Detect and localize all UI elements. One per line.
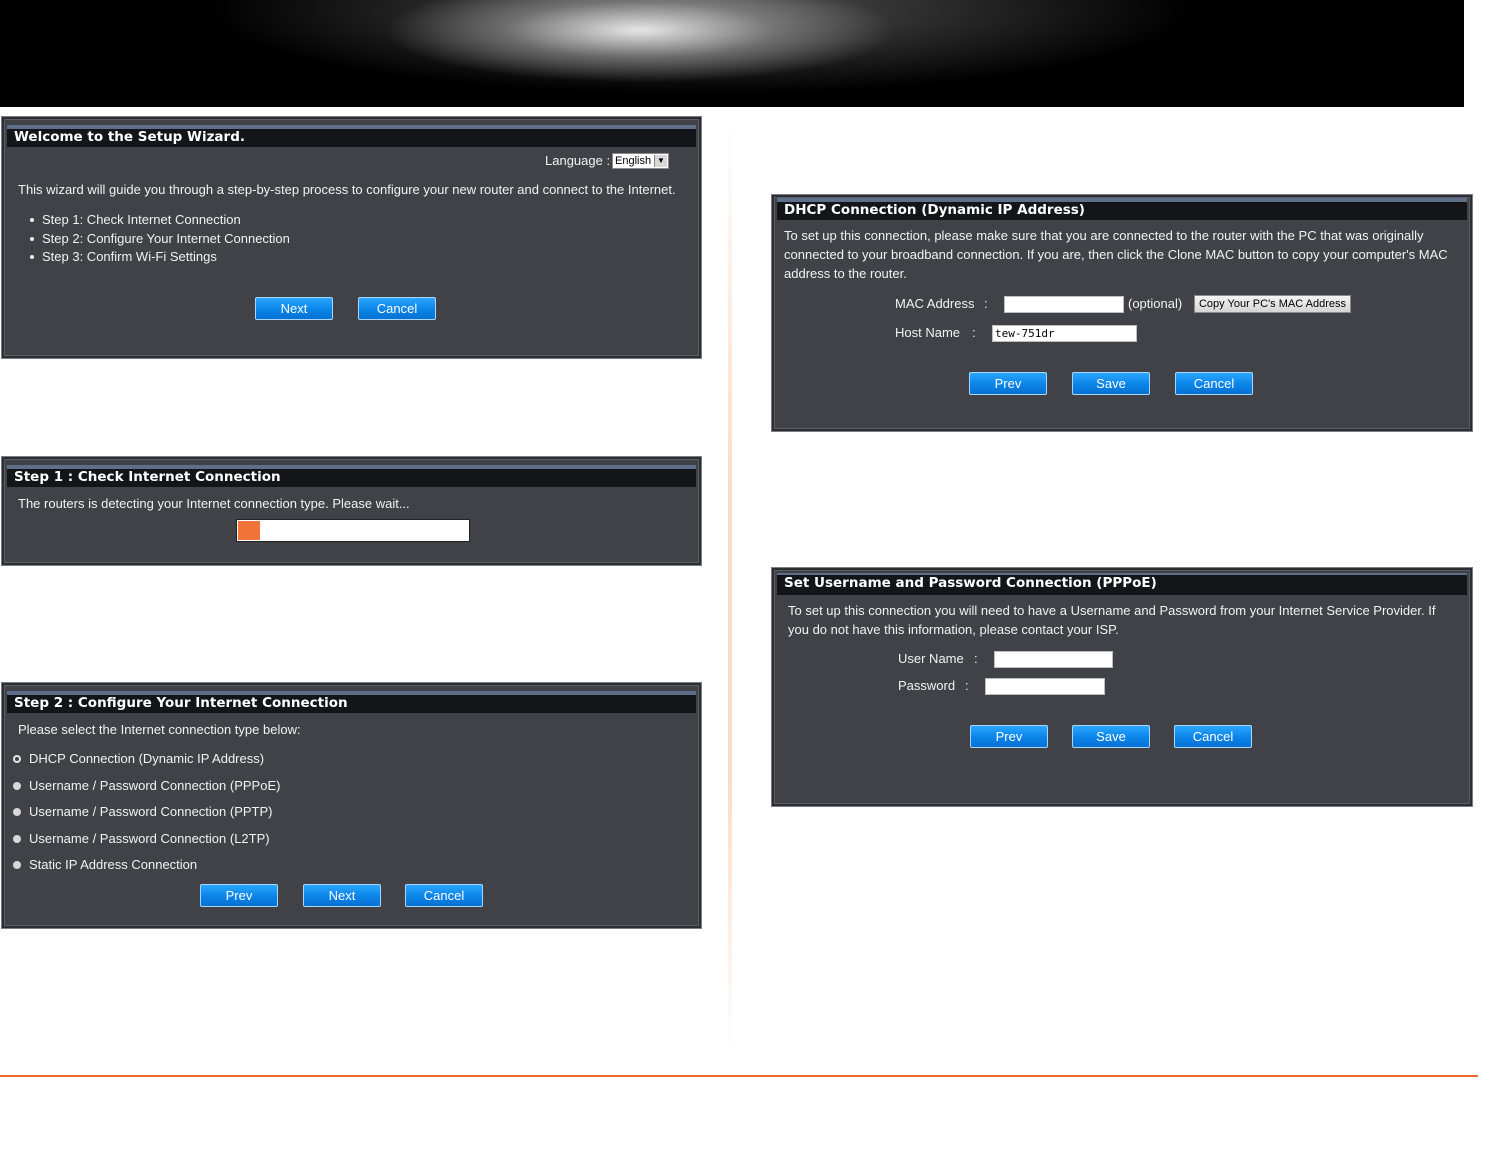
colon-separator: : xyxy=(974,651,978,666)
language-label: Language : xyxy=(545,153,611,168)
prev-button[interactable]: Prev xyxy=(970,725,1048,748)
step1-panel: Step 1 : Check Internet Connection The r… xyxy=(1,456,702,566)
bullet-icon xyxy=(30,217,34,222)
dhcp-description-line: connected to your broadband connection. … xyxy=(784,247,1448,262)
next-button[interactable]: Next xyxy=(303,884,381,907)
connection-option[interactable]: Static IP Address Connection xyxy=(13,857,197,872)
cancel-button[interactable]: Cancel xyxy=(1174,725,1252,748)
connection-option-label: DHCP Connection (Dynamic IP Address) xyxy=(29,751,265,766)
radio-icon[interactable] xyxy=(13,808,21,816)
connection-option[interactable]: Username / Password Connection (PPPoE) xyxy=(13,778,280,793)
dhcp-panel: DHCP Connection (Dynamic IP Address) To … xyxy=(771,194,1473,432)
detecting-message: The routers is detecting your Internet c… xyxy=(18,496,410,511)
connection-option[interactable]: Username / Password Connection (PPTP) xyxy=(13,804,272,819)
progress-bar xyxy=(236,519,470,542)
step-label: Step 1: Check Internet Connection xyxy=(42,212,241,227)
connection-option-label: Static IP Address Connection xyxy=(29,857,198,872)
connection-type-prompt: Please select the Internet connection ty… xyxy=(18,722,301,737)
username-label: User Name xyxy=(898,651,964,666)
panel-title: Step 1 : Check Internet Connection xyxy=(7,465,696,487)
header-banner xyxy=(0,0,1464,107)
wizard-step-item: Step 1: Check Internet Connection xyxy=(30,212,241,227)
connection-option-label: Username / Password Connection (PPTP) xyxy=(29,804,273,819)
radio-icon[interactable] xyxy=(13,835,21,843)
connection-option-label: Username / Password Connection (PPPoE) xyxy=(29,778,281,793)
password-input[interactable] xyxy=(985,678,1105,695)
footer-rule xyxy=(0,1075,1478,1077)
chevron-down-icon: ▼ xyxy=(654,155,667,167)
wizard-description: This wizard will guide you through a ste… xyxy=(18,182,676,197)
pppoe-description-line: To set up this connection you will need … xyxy=(788,603,1436,618)
save-button[interactable]: Save xyxy=(1072,725,1150,748)
colon-separator: : xyxy=(965,678,969,693)
setup-wizard-panel: Welcome to the Setup Wizard. Language : … xyxy=(1,116,702,359)
bullet-icon xyxy=(30,236,34,241)
copy-mac-button[interactable]: Copy Your PC's MAC Address xyxy=(1194,295,1351,313)
column-divider xyxy=(728,120,732,1055)
pppoe-panel: Set Username and Password Connection (PP… xyxy=(771,567,1473,807)
dhcp-description-line: To set up this connection, please make s… xyxy=(784,228,1424,243)
panel-title: Set Username and Password Connection (PP… xyxy=(777,573,1467,595)
connection-option-label: Username / Password Connection (L2TP) xyxy=(29,831,270,846)
language-value: English xyxy=(615,155,652,167)
mac-address-input[interactable] xyxy=(1004,296,1124,313)
connection-option[interactable]: DHCP Connection (Dynamic IP Address) xyxy=(13,751,264,766)
panel-title: Welcome to the Setup Wizard. xyxy=(7,125,696,147)
step-label: Step 3: Confirm Wi-Fi Settings xyxy=(42,249,217,264)
progress-fill xyxy=(238,521,261,540)
next-button[interactable]: Next xyxy=(255,297,333,320)
radio-selected-icon[interactable] xyxy=(13,755,21,763)
wizard-step-item: Step 3: Confirm Wi-Fi Settings xyxy=(30,249,217,264)
mac-address-label: MAC Address xyxy=(895,296,975,311)
host-name-input[interactable]: tew-751dr xyxy=(992,325,1137,342)
panel-title: DHCP Connection (Dynamic IP Address) xyxy=(777,198,1467,220)
prev-button[interactable]: Prev xyxy=(969,372,1047,395)
colon-separator: : xyxy=(972,325,976,340)
step-label: Step 2: Configure Your Internet Connecti… xyxy=(42,231,290,246)
cancel-button[interactable]: Cancel xyxy=(405,884,483,907)
colon-separator: : xyxy=(984,296,988,311)
pppoe-description-line: you do not have this information, please… xyxy=(788,622,1119,637)
cancel-button[interactable]: Cancel xyxy=(1175,372,1253,395)
panel-title: Step 2 : Configure Your Internet Connect… xyxy=(7,691,696,713)
radio-icon[interactable] xyxy=(13,861,21,869)
username-input[interactable] xyxy=(994,651,1113,668)
cancel-button[interactable]: Cancel xyxy=(358,297,436,320)
password-label: Password xyxy=(898,678,956,693)
dhcp-description-line: address to the router. xyxy=(784,266,907,281)
save-button[interactable]: Save xyxy=(1072,372,1150,395)
wizard-step-item: Step 2: Configure Your Internet Connecti… xyxy=(30,231,290,246)
connection-option[interactable]: Username / Password Connection (L2TP) xyxy=(13,831,270,846)
host-name-label: Host Name xyxy=(895,325,961,340)
language-select[interactable]: English ▼ xyxy=(612,153,669,169)
radio-icon[interactable] xyxy=(13,782,21,790)
bullet-icon xyxy=(30,254,34,259)
prev-button[interactable]: Prev xyxy=(200,884,278,907)
step2-panel: Step 2 : Configure Your Internet Connect… xyxy=(1,682,702,929)
optional-hint: (optional) xyxy=(1128,296,1183,311)
